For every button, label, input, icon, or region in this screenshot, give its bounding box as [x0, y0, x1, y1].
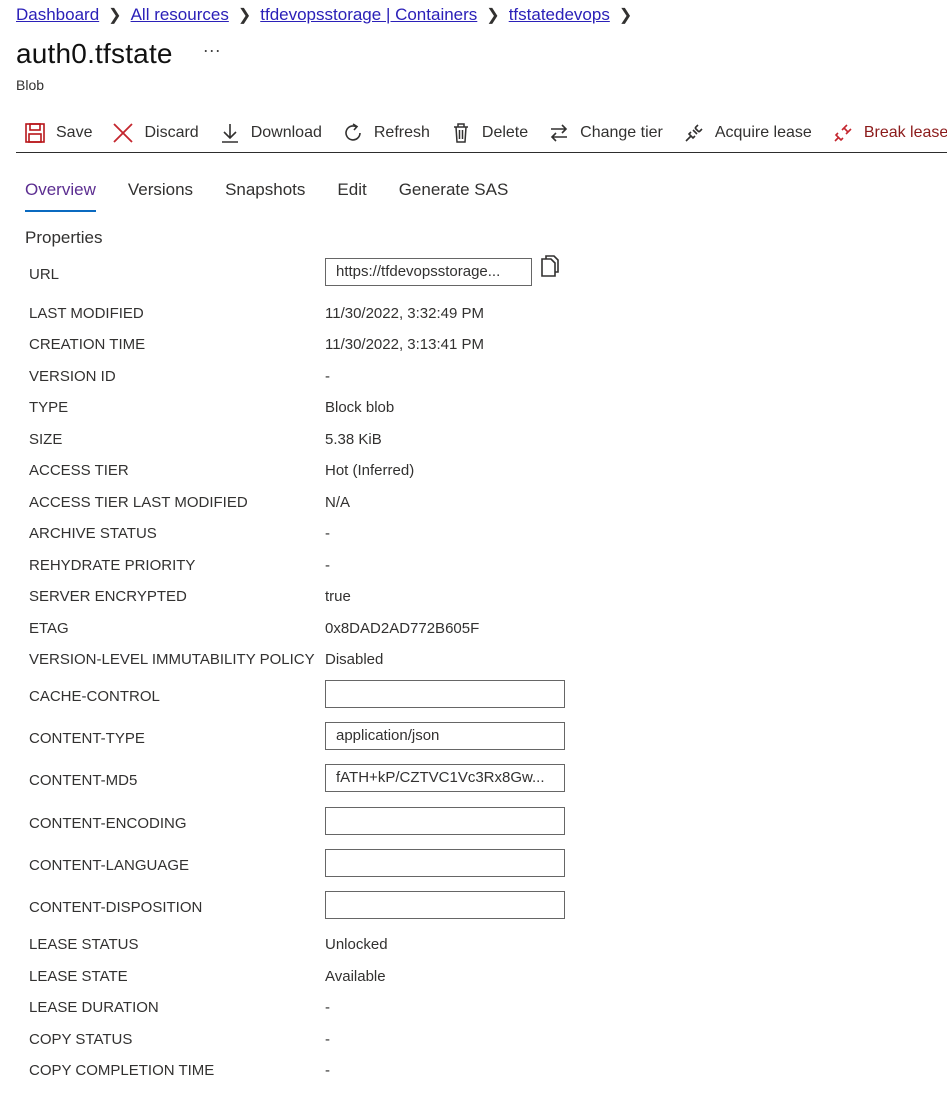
content-type-input[interactable]: application/json: [325, 722, 565, 750]
cache-control-input[interactable]: [325, 680, 565, 708]
tab-overview[interactable]: Overview: [25, 176, 96, 212]
plug-icon: [685, 124, 703, 142]
break-lease-button[interactable]: Break lease: [832, 115, 947, 151]
chevron-right-icon: ❯: [486, 7, 500, 24]
property-value: Disabled: [325, 651, 384, 668]
breadcrumb-all-resources[interactable]: All resources: [131, 5, 229, 25]
property-value: Available: [325, 968, 386, 985]
tab-edit[interactable]: Edit: [337, 176, 366, 210]
url-field[interactable]: https://tfdevopsstorage...: [325, 258, 532, 286]
property-value: -: [325, 368, 330, 385]
property-label: TYPE: [29, 399, 69, 416]
content-md5-input[interactable]: fATH+kP/CZTVC1Vc3Rx8Gw...: [325, 764, 565, 792]
discard-label: Discard: [144, 124, 199, 141]
more-actions-button[interactable]: ···: [203, 40, 221, 61]
property-value: -: [325, 525, 330, 542]
property-label: URL: [29, 266, 60, 283]
chevron-right-icon: ❯: [108, 7, 122, 24]
save-label: Save: [56, 124, 93, 141]
change-tier-button[interactable]: Change tier: [548, 115, 663, 151]
property-value: 0x8DAD2AD772B605F: [325, 620, 480, 637]
content-language-input[interactable]: [325, 849, 565, 877]
property-value: -: [325, 557, 330, 574]
copy-icon[interactable]: [539, 254, 561, 280]
property-label: LEASE STATUS: [29, 936, 139, 953]
chevron-right-icon: ❯: [618, 7, 633, 24]
page-title: auth0.tfstate: [16, 38, 173, 69]
breadcrumb-dashboard[interactable]: Dashboard: [16, 5, 99, 25]
save-icon: [25, 123, 45, 143]
property-label: REHYDRATE PRIORITY: [29, 557, 196, 574]
property-label: VERSION ID: [29, 368, 116, 385]
property-label: COPY COMPLETION TIME: [29, 1062, 215, 1079]
breadcrumb-container[interactable]: tfstatedevops: [509, 5, 610, 25]
tab-generate-sas[interactable]: Generate SAS: [399, 176, 509, 210]
property-label: LAST MODIFIED: [29, 305, 144, 322]
save-button[interactable]: Save: [24, 115, 92, 151]
property-value: 5.38 KiB: [325, 431, 382, 448]
delete-button[interactable]: Delete: [450, 115, 528, 151]
content-disposition-input[interactable]: [325, 891, 565, 919]
property-label: SERVER ENCRYPTED: [29, 588, 187, 605]
download-icon: [221, 124, 238, 143]
property-value: -: [325, 1062, 330, 1079]
property-label: ARCHIVE STATUS: [29, 525, 157, 542]
chevron-right-icon: ❯: [237, 7, 252, 24]
section-title-properties: Properties: [25, 228, 103, 247]
property-value: N/A: [325, 494, 351, 511]
property-label: CONTENT-DISPOSITION: [29, 899, 203, 916]
property-label: VERSION-LEVEL IMMUTABILITY POLICY: [29, 651, 315, 668]
download-button[interactable]: Download: [219, 115, 322, 151]
tab-snapshots[interactable]: Snapshots: [225, 176, 305, 210]
property-label: CONTENT-TYPE: [29, 730, 145, 747]
break-lease-label: Break lease: [863, 124, 947, 141]
property-label: CREATION TIME: [29, 336, 146, 353]
property-label: CONTENT-MD5: [29, 772, 138, 789]
broken-plug-icon: [834, 124, 852, 142]
close-icon: [113, 123, 134, 143]
discard-button[interactable]: Discard: [112, 115, 199, 151]
swap-arrows-icon: [551, 124, 568, 142]
page-subtitle: Blob: [16, 77, 45, 93]
trash-icon: [453, 123, 468, 143]
property-label: CONTENT-ENCODING: [29, 815, 187, 832]
refresh-button[interactable]: Refresh: [342, 115, 430, 151]
property-label: ACCESS TIER LAST MODIFIED: [29, 494, 248, 511]
property-label: SIZE: [29, 431, 63, 448]
acquire-lease-label: Acquire lease: [714, 124, 812, 141]
tab-bar: Overview Versions Snapshots Edit Generat…: [25, 176, 540, 212]
property-value: -: [325, 1031, 330, 1048]
refresh-icon: [345, 123, 361, 141]
content-encoding-input[interactable]: [325, 807, 565, 835]
property-value: 11/30/2022, 3:32:49 PM: [325, 305, 485, 322]
breadcrumb-containers[interactable]: tfdevopsstorage | Containers: [260, 5, 477, 25]
breadcrumb: Dashboard ❯ All resources ❯ tfdevopsstor…: [16, 4, 641, 26]
title-row: auth0.tfstate ···: [16, 38, 221, 70]
property-label: LEASE DURATION: [29, 999, 159, 1016]
property-value: -: [325, 999, 330, 1016]
property-value: Unlocked: [325, 936, 388, 953]
property-value: 11/30/2022, 3:13:41 PM: [325, 336, 485, 353]
change-tier-label: Change tier: [580, 124, 663, 141]
command-bar: Save Discard Download Refresh Delete Cha…: [16, 114, 947, 153]
property-label: CACHE-CONTROL: [29, 688, 160, 705]
download-label: Download: [250, 124, 322, 141]
tab-versions[interactable]: Versions: [128, 176, 193, 210]
property-value: Hot (Inferred): [325, 462, 415, 479]
property-value: Block blob: [325, 399, 395, 416]
refresh-label: Refresh: [373, 124, 430, 141]
property-label: LEASE STATE: [29, 968, 128, 985]
delete-label: Delete: [481, 124, 529, 141]
property-label: CONTENT-LANGUAGE: [29, 857, 190, 874]
property-value: true: [325, 588, 351, 605]
property-label: COPY STATUS: [29, 1031, 133, 1048]
property-label: ETAG: [29, 620, 69, 637]
acquire-lease-button[interactable]: Acquire lease: [683, 115, 812, 151]
property-label: ACCESS TIER: [29, 462, 129, 479]
